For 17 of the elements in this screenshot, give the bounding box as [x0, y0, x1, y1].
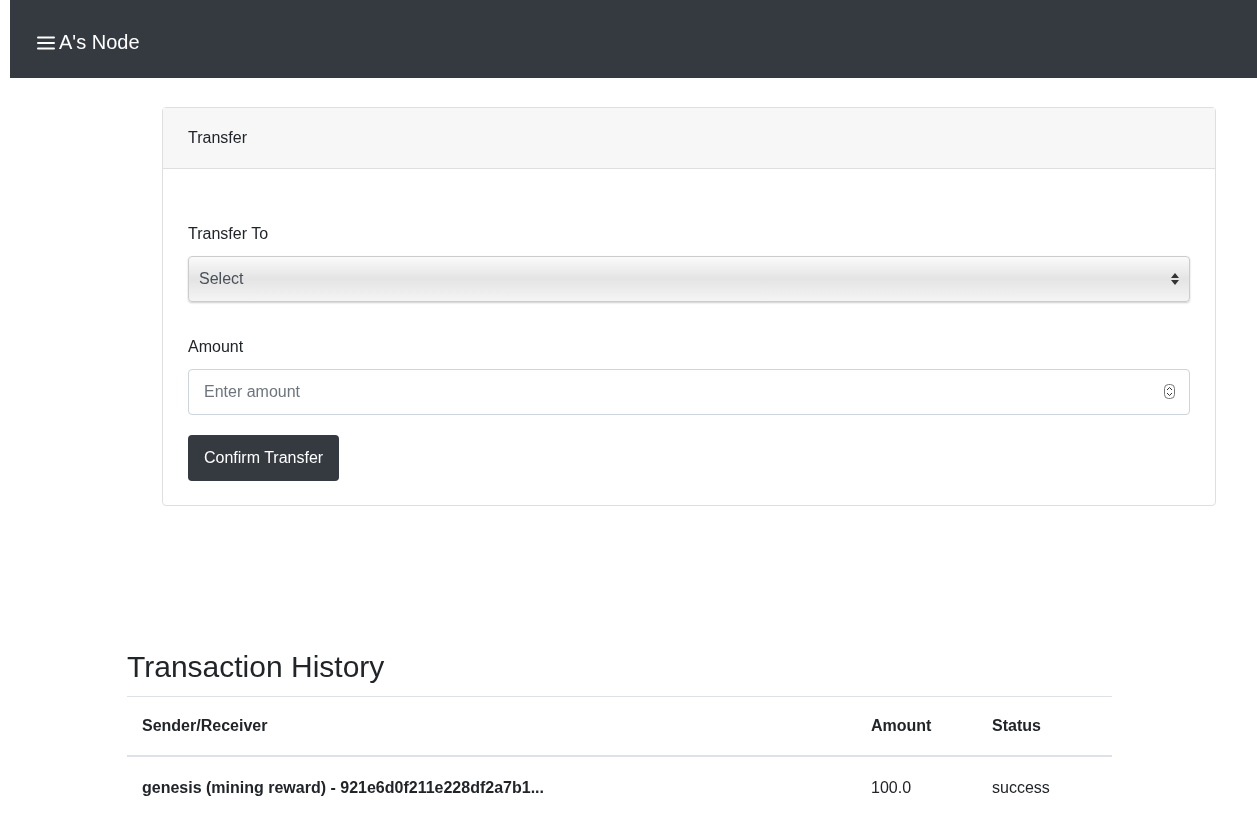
confirm-transfer-button[interactable]: Confirm Transfer — [188, 435, 340, 481]
field-label: Amount — [188, 338, 245, 356]
table-cell: genesis (mining reward) - 921e6d0f211e228df2a7b1... — [127, 756, 856, 819]
amount-field[interactable]: Enter amount — [188, 369, 1190, 415]
section-heading: Transaction History — [127, 650, 386, 684]
transfer-to-select[interactable]: Select — [188, 256, 1190, 302]
column-header: Status — [977, 696, 1112, 756]
table-cell: success — [977, 756, 1112, 819]
menu-icon[interactable] — [37, 36, 55, 50]
card-title: Transfer — [188, 129, 247, 147]
navbar-title[interactable]: A's Node — [59, 31, 140, 54]
table-cell: 100.0 — [856, 756, 977, 819]
column-header: Sender/Receiver — [127, 696, 856, 756]
column-header: Amount — [856, 696, 977, 756]
caret-icon — [1171, 273, 1179, 285]
field-label: Transfer To — [188, 225, 270, 243]
spinner-icon[interactable] — [1164, 384, 1175, 399]
